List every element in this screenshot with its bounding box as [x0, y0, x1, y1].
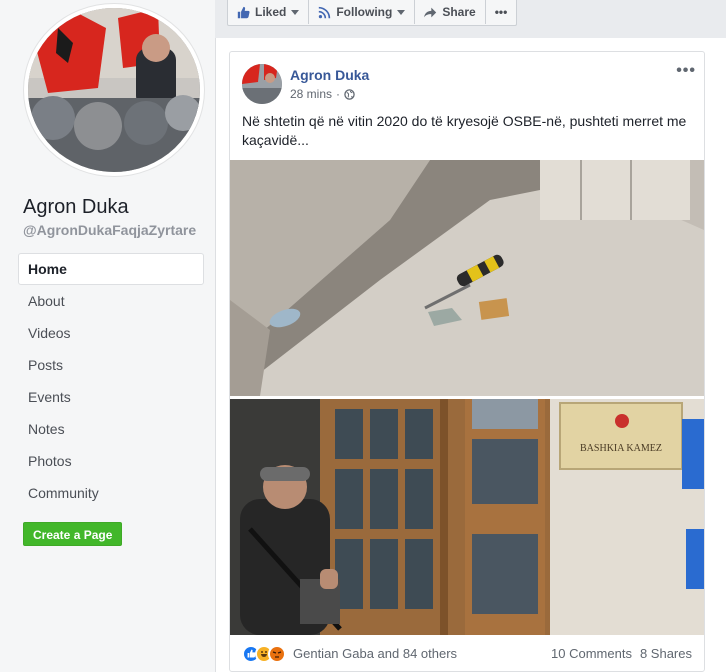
create-page-button[interactable]: Create a Page: [23, 522, 123, 546]
comments-count[interactable]: 10 Comments: [551, 646, 632, 661]
angry-reaction-icon: [268, 644, 286, 663]
post-card: Agron Duka 28 mins · ••• Në shtetin që n…: [229, 51, 705, 672]
profile-photo: [28, 8, 200, 172]
liked-label: Liked: [255, 5, 287, 19]
nav-photos[interactable]: Photos: [18, 445, 204, 477]
share-label: Share: [442, 5, 476, 19]
post-timestamp[interactable]: 28 mins: [290, 87, 332, 101]
page-name[interactable]: Agron Duka: [23, 196, 129, 219]
liked-button[interactable]: Liked: [228, 0, 310, 24]
nav-community[interactable]: Community: [18, 477, 204, 509]
post-options-icon[interactable]: •••: [676, 62, 696, 80]
post-photo-screwdriver[interactable]: [230, 160, 704, 396]
page-nav: Home About Videos Posts Events Notes Pho…: [18, 253, 204, 509]
nav-home[interactable]: Home: [18, 253, 204, 285]
post-text: Në shtetin që në vitin 2020 do të kryeso…: [242, 113, 687, 148]
reacted-by-text[interactable]: Gentian Gaba and 84 others: [293, 646, 457, 661]
municipality-sign-text: BASHKIA KAMEZ: [580, 443, 662, 454]
globe-icon: [344, 88, 355, 100]
rss-icon: [319, 6, 331, 18]
post-author-name[interactable]: Agron Duka: [290, 67, 369, 83]
more-icon: •••: [494, 5, 508, 19]
chevron-down-icon: [291, 9, 300, 15]
nav-posts[interactable]: Posts: [18, 349, 204, 381]
post-author-avatar[interactable]: [242, 64, 282, 104]
nav-about[interactable]: About: [18, 285, 204, 317]
nav-videos[interactable]: Videos: [18, 317, 204, 349]
separator-dot: ·: [336, 87, 341, 101]
more-button[interactable]: •••: [486, 0, 517, 24]
shares-count[interactable]: 8 Shares: [640, 646, 692, 661]
page-handle[interactable]: @AgronDukaFaqjaZyrtare: [23, 222, 196, 238]
following-button[interactable]: Following: [309, 0, 416, 24]
timeline-feed: Agron Duka 28 mins · ••• Në shtetin që n…: [215, 38, 726, 672]
nav-events[interactable]: Events: [18, 381, 204, 413]
share-arrow-icon: [424, 7, 437, 17]
page-action-bar: Liked Following Share •••: [227, 0, 518, 26]
reaction-icons[interactable]: [242, 644, 286, 663]
profile-picture[interactable]: [24, 4, 204, 176]
share-button[interactable]: Share: [415, 0, 486, 24]
post-meta: 28 mins ·: [290, 87, 355, 101]
nav-notes[interactable]: Notes: [18, 413, 204, 445]
following-label: Following: [336, 5, 393, 19]
engagement-counts: 10 Comments 8 Shares: [551, 646, 692, 661]
thumbs-up-icon: [237, 6, 250, 18]
post-footer: Gentian Gaba and 84 others 10 Comments 8…: [230, 635, 704, 672]
post-photo-door[interactable]: BASHKIA KAMEZ: [230, 399, 704, 635]
left-sidebar: Agron Duka @AgronDukaFaqjaZyrtare Home A…: [0, 0, 215, 672]
chevron-down-icon: [397, 9, 406, 15]
